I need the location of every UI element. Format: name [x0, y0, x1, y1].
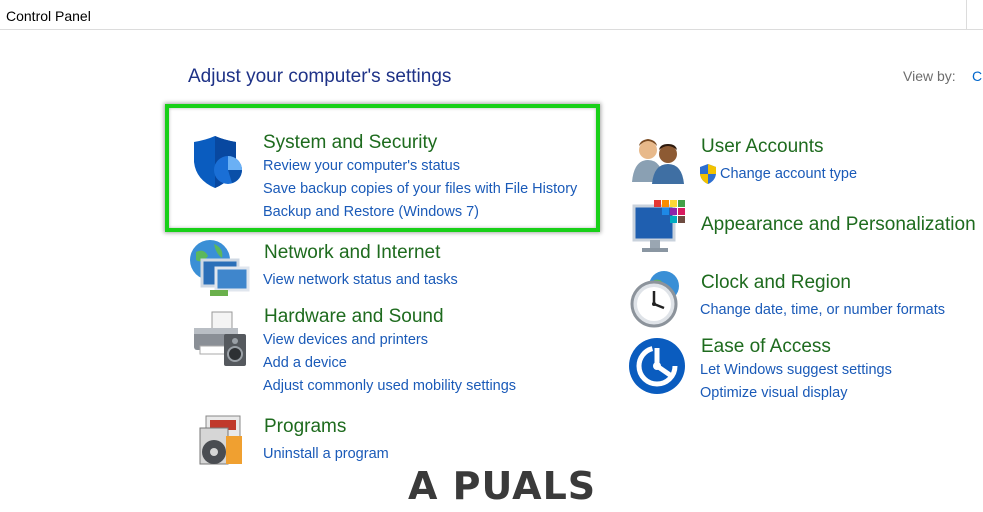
- category-title-appearance[interactable]: Appearance and Personalization: [701, 214, 976, 236]
- link-devices-printers[interactable]: View devices and printers: [263, 332, 428, 348]
- category-title-hardware-sound[interactable]: Hardware and Sound: [264, 306, 444, 328]
- page-title: Adjust your computer's settings: [188, 66, 452, 87]
- users-icon[interactable]: [630, 136, 686, 186]
- ease-of-access-icon[interactable]: [628, 337, 686, 395]
- clock-globe-icon[interactable]: [626, 270, 686, 328]
- category-title-network-internet[interactable]: Network and Internet: [264, 242, 440, 264]
- link-change-account-type[interactable]: Change account type: [720, 166, 857, 182]
- uac-shield-icon: [700, 164, 716, 184]
- link-network-status[interactable]: View network status and tasks: [263, 272, 458, 288]
- printer-speaker-icon[interactable]: [190, 310, 250, 368]
- breadcrumb[interactable]: Control Panel: [6, 8, 91, 24]
- address-bar-divider: [966, 0, 967, 30]
- network-globe-icon[interactable]: [188, 238, 252, 298]
- address-bar[interactable]: Control Panel: [0, 0, 983, 30]
- view-by-dropdown[interactable]: C: [972, 68, 982, 84]
- link-suggest-settings[interactable]: Let Windows suggest settings: [700, 362, 892, 378]
- view-by-label: View by:: [903, 68, 956, 84]
- monitor-palette-icon[interactable]: [630, 198, 688, 258]
- category-title-programs[interactable]: Programs: [264, 416, 346, 438]
- category-title-user-accounts[interactable]: User Accounts: [701, 136, 824, 158]
- link-uninstall-program[interactable]: Uninstall a program: [263, 446, 389, 462]
- link-optimize-display[interactable]: Optimize visual display: [700, 385, 847, 401]
- link-add-device[interactable]: Add a device: [263, 355, 347, 371]
- category-title-ease-of-access[interactable]: Ease of Access: [701, 336, 831, 358]
- link-change-date-time[interactable]: Change date, time, or number formats: [700, 302, 945, 318]
- link-mobility-settings[interactable]: Adjust commonly used mobility settings: [263, 378, 516, 394]
- programs-disc-icon[interactable]: [196, 414, 246, 468]
- watermark-logo: A PUALS: [408, 464, 597, 508]
- highlight-box: [165, 104, 600, 232]
- category-title-clock-region[interactable]: Clock and Region: [701, 272, 851, 294]
